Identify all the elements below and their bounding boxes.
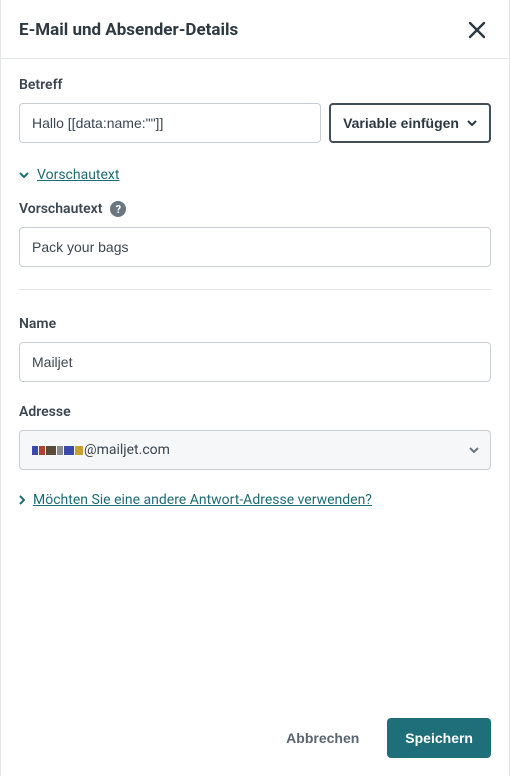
divider [19,289,491,290]
close-icon [467,20,487,40]
save-button[interactable]: Speichern [387,718,491,758]
reply-to-toggle[interactable]: Möchten Sie eine andere Antwort-Adresse … [19,492,491,508]
address-select-wrap: @mailjet.com [19,430,491,470]
address-label: Adresse [19,404,491,420]
address-select[interactable]: @mailjet.com [19,430,491,470]
insert-variable-label: Variable einfügen [343,115,459,131]
modal-footer: Abbrechen Speichern [1,706,509,776]
address-section: Adresse @mailjet.com [19,404,491,470]
name-input[interactable] [19,342,491,382]
preview-text-toggle[interactable]: Vorschautext [19,167,491,183]
close-button[interactable] [463,16,491,44]
address-local-obscured [32,446,83,455]
insert-variable-button[interactable]: Variable einfügen [329,103,491,143]
subject-section: Betreff Variable einfügen Vorschautext V… [19,77,491,267]
email-sender-details-modal: E-Mail und Absender-Details Betreff Vari… [0,0,510,776]
reply-to-toggle-label: Möchten Sie eine andere Antwort-Adresse … [33,492,372,508]
preview-text-label: Vorschautext ? [19,201,491,217]
chevron-right-icon [19,495,25,505]
name-section: Name [19,316,491,382]
subject-input[interactable] [19,103,321,143]
modal-body: Betreff Variable einfügen Vorschautext V… [1,59,509,706]
caret-down-icon [467,120,477,126]
cancel-button[interactable]: Abbrechen [268,718,377,758]
modal-header: E-Mail und Absender-Details [1,0,509,59]
preview-text-toggle-label: Vorschautext [37,167,119,183]
subject-row: Variable einfügen [19,103,491,143]
modal-title: E-Mail und Absender-Details [19,20,238,40]
preview-text-input[interactable] [19,227,491,267]
subject-label: Betreff [19,77,491,93]
chevron-down-icon [19,172,29,178]
preview-text-label-text: Vorschautext [19,201,102,217]
help-icon[interactable]: ? [110,201,126,217]
name-label: Name [19,316,491,332]
address-domain: @mailjet.com [84,442,170,458]
